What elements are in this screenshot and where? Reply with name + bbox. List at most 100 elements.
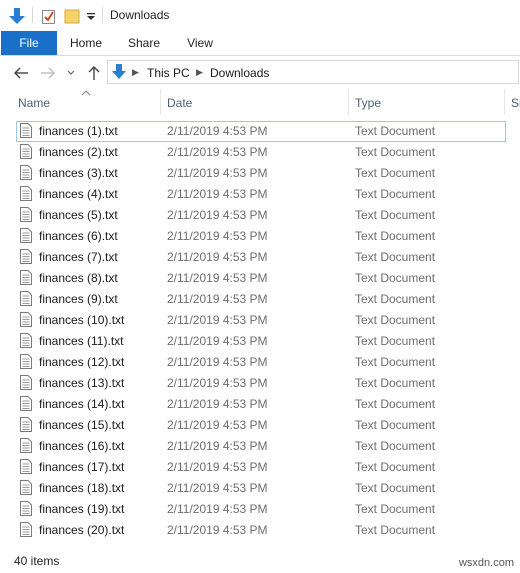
file-type: Text Document xyxy=(355,481,436,495)
tab-file[interactable]: File xyxy=(1,31,57,55)
downloads-folder-icon xyxy=(112,64,126,79)
text-file-icon xyxy=(20,480,32,495)
file-row[interactable]: finances (8).txt 2/11/2019 4:53 PM Text Do… xyxy=(16,268,506,289)
file-row[interactable]: finances (12).txt 2/11/2019 4:53 PM Text D… xyxy=(16,352,506,373)
forward-arrow-icon[interactable] xyxy=(39,64,57,82)
down-arrow-icon[interactable] xyxy=(8,6,26,26)
file-date: 2/11/2019 4:53 PM xyxy=(167,187,268,201)
title-bar: Downloads xyxy=(0,0,520,31)
file-row[interactable]: finances (13).txt 2/11/2019 4:53 PM Text D… xyxy=(16,373,506,394)
text-file-icon xyxy=(20,396,32,411)
file-row[interactable]: finances (1).txt 2/11/2019 4:53 PM Text Do… xyxy=(16,121,506,142)
file-row[interactable]: finances (16).txt 2/11/2019 4:53 PM Text D… xyxy=(16,436,506,457)
tab-home[interactable]: Home xyxy=(62,31,110,55)
text-file-icon xyxy=(20,333,32,348)
column-header-size[interactable]: Si xyxy=(511,96,520,110)
column-divider[interactable] xyxy=(504,89,505,115)
text-file-icon xyxy=(20,501,32,516)
watermark: wsxdn.com xyxy=(458,557,514,569)
column-header-name[interactable]: Name xyxy=(18,96,50,110)
text-file-icon xyxy=(20,228,32,243)
file-type: Text Document xyxy=(355,355,436,369)
text-file-icon xyxy=(20,459,32,474)
file-name: finances (4).txt xyxy=(39,187,118,201)
file-date: 2/11/2019 4:53 PM xyxy=(167,418,268,432)
file-list: finances (1).txt 2/11/2019 4:53 PM Text Do… xyxy=(0,121,520,541)
file-date: 2/11/2019 4:53 PM xyxy=(167,439,268,453)
breadcrumb-this-pc[interactable]: This PC xyxy=(147,66,190,80)
back-arrow-icon[interactable] xyxy=(12,64,30,82)
properties-check-icon[interactable] xyxy=(41,6,57,26)
file-date: 2/11/2019 4:53 PM xyxy=(167,124,268,138)
tab-share[interactable]: Share xyxy=(120,31,168,55)
file-row[interactable]: finances (19).txt 2/11/2019 4:53 PM Text D… xyxy=(16,499,506,520)
file-type: Text Document xyxy=(355,439,436,453)
file-row[interactable]: finances (11).txt 2/11/2019 4:53 PM Text D… xyxy=(16,331,506,352)
file-row[interactable]: finances (4).txt 2/11/2019 4:53 PM Text Do… xyxy=(16,184,506,205)
file-date: 2/11/2019 4:53 PM xyxy=(167,271,268,285)
file-name: finances (5).txt xyxy=(39,208,118,222)
file-date: 2/11/2019 4:53 PM xyxy=(167,208,268,222)
file-name: finances (10).txt xyxy=(39,313,125,327)
chevron-right-icon[interactable]: ▶ xyxy=(132,67,139,78)
file-name: finances (17).txt xyxy=(39,460,125,474)
file-row[interactable]: finances (7).txt 2/11/2019 4:53 PM Text Do… xyxy=(16,247,506,268)
file-row[interactable]: finances (14).txt 2/11/2019 4:53 PM Text D… xyxy=(16,394,506,415)
ribbon-tabs: File Home Share View xyxy=(0,31,520,56)
file-type: Text Document xyxy=(355,397,436,411)
file-name: finances (6).txt xyxy=(39,229,118,243)
file-name: finances (13).txt xyxy=(39,376,125,390)
file-type: Text Document xyxy=(355,502,436,516)
breadcrumb-downloads[interactable]: Downloads xyxy=(210,66,269,80)
file-row[interactable]: finances (2).txt 2/11/2019 4:53 PM Text Do… xyxy=(16,142,506,163)
toolbar-divider xyxy=(32,7,33,23)
new-folder-icon[interactable] xyxy=(64,6,80,26)
file-name: finances (1).txt xyxy=(39,124,118,138)
text-file-icon xyxy=(20,522,32,537)
file-row[interactable]: finances (10).txt 2/11/2019 4:53 PM Text D… xyxy=(16,310,506,331)
file-row[interactable]: finances (17).txt 2/11/2019 4:53 PM Text D… xyxy=(16,457,506,478)
customize-dropdown-icon[interactable] xyxy=(85,6,97,26)
file-type: Text Document xyxy=(355,124,436,138)
file-row[interactable]: finances (18).txt 2/11/2019 4:53 PM Text D… xyxy=(16,478,506,499)
column-divider[interactable] xyxy=(348,89,349,115)
file-name: finances (9).txt xyxy=(39,292,118,306)
text-file-icon xyxy=(20,291,32,306)
column-header-date[interactable]: Date xyxy=(167,96,192,110)
file-row[interactable]: finances (6).txt 2/11/2019 4:53 PM Text Do… xyxy=(16,226,506,247)
chevron-right-icon[interactable]: ▶ xyxy=(196,67,203,78)
text-file-icon xyxy=(20,165,32,180)
file-type: Text Document xyxy=(355,187,436,201)
file-type: Text Document xyxy=(355,229,436,243)
file-date: 2/11/2019 4:53 PM xyxy=(167,334,268,348)
window-title: Downloads xyxy=(110,8,170,22)
file-name: finances (18).txt xyxy=(39,481,125,495)
text-file-icon xyxy=(20,249,32,264)
column-divider[interactable] xyxy=(160,89,161,115)
up-arrow-icon[interactable] xyxy=(85,64,103,82)
file-name: finances (16).txt xyxy=(39,439,125,453)
recent-dropdown-icon[interactable] xyxy=(65,64,77,82)
file-type: Text Document xyxy=(355,145,436,159)
file-date: 2/11/2019 4:53 PM xyxy=(167,481,268,495)
text-file-icon xyxy=(20,144,32,159)
file-row[interactable]: finances (3).txt 2/11/2019 4:53 PM Text Do… xyxy=(16,163,506,184)
tab-view[interactable]: View xyxy=(178,31,222,55)
file-date: 2/11/2019 4:53 PM xyxy=(167,355,268,369)
file-date: 2/11/2019 4:53 PM xyxy=(167,376,268,390)
address-field[interactable]: ▶ This PC ▶ Downloads xyxy=(107,60,519,84)
file-name: finances (3).txt xyxy=(39,166,118,180)
file-name: finances (20).txt xyxy=(39,523,125,537)
text-file-icon xyxy=(20,123,32,138)
file-row[interactable]: finances (15).txt 2/11/2019 4:53 PM Text D… xyxy=(16,415,506,436)
file-type: Text Document xyxy=(355,313,436,327)
column-header-type[interactable]: Type xyxy=(355,96,381,110)
file-date: 2/11/2019 4:53 PM xyxy=(167,292,268,306)
file-row[interactable]: finances (9).txt 2/11/2019 4:53 PM Text Do… xyxy=(16,289,506,310)
file-row[interactable]: finances (20).txt 2/11/2019 4:53 PM Text D… xyxy=(16,520,506,541)
file-date: 2/11/2019 4:53 PM xyxy=(167,313,268,327)
file-row[interactable]: finances (5).txt 2/11/2019 4:53 PM Text Do… xyxy=(16,205,506,226)
file-type: Text Document xyxy=(355,460,436,474)
text-file-icon xyxy=(20,438,32,453)
file-date: 2/11/2019 4:53 PM xyxy=(167,145,268,159)
